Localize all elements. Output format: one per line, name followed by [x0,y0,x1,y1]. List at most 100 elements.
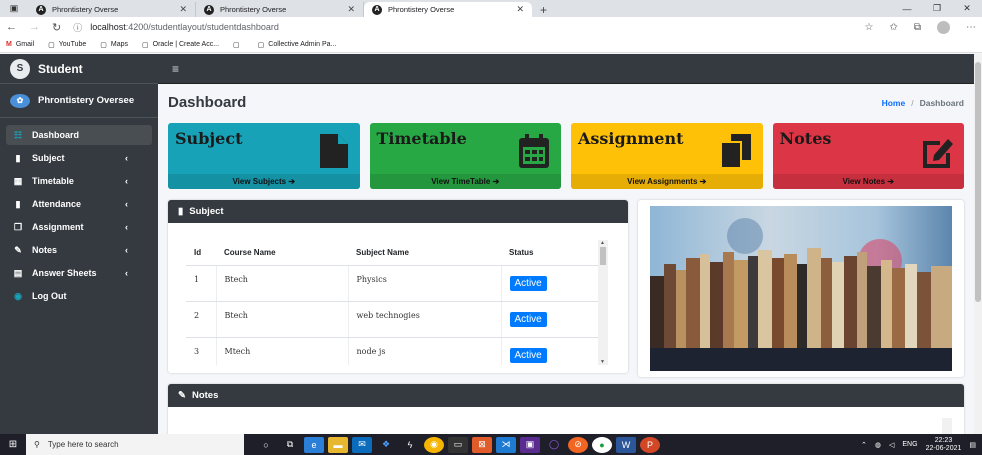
sidebar-item-timetable[interactable]: ▦ Timetable ‹ [6,171,152,191]
sidebar-item-dashboard[interactable]: ☷ Dashboard [6,125,152,145]
tray-expand-icon[interactable]: ⌃ [861,441,867,449]
url-field[interactable]: ⓘ localhost:4200/studentlayout/studentda… [73,21,852,34]
minimize-icon[interactable]: — [892,4,922,14]
notifications-icon[interactable]: ▤ [969,441,976,449]
menu-toggle-icon[interactable]: ≡ [172,62,179,76]
status-badge[interactable]: Active [509,347,547,363]
chrome-icon[interactable]: ◉ [424,436,444,453]
word-icon[interactable]: W [616,436,636,453]
cell-course: Btech [215,301,348,338]
forward-icon[interactable]: → [29,21,40,33]
view-assignments-link[interactable]: View Assignments ➔ [571,174,763,189]
volume-icon[interactable]: ◁ [889,441,894,449]
sidebar-item-answer-sheets[interactable]: ▤ Answer Sheets ‹ [6,263,152,283]
sidebar-item-label: Log Out [32,291,67,301]
bookmark-collective-admin[interactable]: ▢ Collective Admin Pa... [258,41,337,49]
notes-card: Notes View Notes ➔ [772,123,964,189]
tab-actions[interactable]: ▣ [0,0,28,17]
browser-tab-3-active[interactable]: A Phrontistery Overse ✕ [364,2,532,17]
tray-lang[interactable]: ENG [902,441,917,448]
subject-table: Id Course Name Subject Name Status 1 Bte… [186,240,598,365]
app-icon[interactable]: ◯ [544,437,564,453]
clock[interactable]: 22:23 22-06-2021 [926,437,962,453]
status-badge[interactable]: Active [509,275,547,291]
column-header: Subject Name [348,240,501,266]
app-icon[interactable]: ⊠ [472,436,492,453]
tab-actions-icon[interactable]: ▣ [10,3,19,14]
edge-icon[interactable]: e [304,436,324,453]
maximize-icon[interactable]: ❐ [922,3,952,14]
subject-table-wrapper[interactable]: Id Course Name Subject Name Status 1 Bte… [186,240,616,365]
more-icon[interactable]: ⋯ [966,22,976,33]
tab-title: Phrontistery Overse [220,5,287,14]
sidebar-item-notes[interactable]: ✎ Notes ‹ [6,240,152,260]
site-info-icon[interactable]: ⓘ [73,21,82,34]
postman-icon[interactable]: ⊘ [568,436,588,453]
brand-link[interactable]: S Student [0,54,158,84]
collections-icon[interactable]: ⧉ [914,22,921,33]
scroll-down-icon[interactable]: ▼ [600,359,605,365]
table-scrollbar[interactable]: ▲ ▼ [598,240,608,365]
breadcrumb-separator: / [911,97,914,108]
bolt-icon[interactable]: ϟ [400,437,420,453]
browser-tools: ☆ ✩ ⧉ ⋯ [865,20,976,34]
chevron-left-icon: ‹ [125,153,128,163]
bookmark-label: Maps [110,41,129,48]
windows-taskbar: ⊞ ⚲ Type here to search ○ ⧉ e ▬ ✉ ❖ ϟ ◉ … [0,434,982,455]
scroll-up-icon[interactable]: ▲ [600,240,605,246]
sidebar-item-assignment[interactable]: ❐ Assignment ‹ [6,217,152,237]
view-notes-link[interactable]: View Notes ➔ [772,174,964,189]
scroll-thumb[interactable] [600,247,606,265]
breadcrumb-home[interactable]: Home [882,98,906,108]
task-view-icon[interactable]: ⧉ [280,437,300,453]
cortana-icon[interactable]: ○ [256,437,276,453]
powerpoint-icon[interactable]: P [640,436,660,453]
sidebar-item-logout[interactable]: ◉ Log Out [6,286,152,306]
card-title: Assignment [578,129,684,148]
sidebar-item-subject[interactable]: ▮ Subject ‹ [6,148,152,168]
column-header: Id [186,240,216,266]
bookmark-gmail[interactable]: M Gmail [6,41,34,48]
angular-favicon-icon: A [372,4,382,15]
close-tab-icon[interactable]: ✕ [347,4,355,15]
taskbar-apps: ○ ⧉ e ▬ ✉ ❖ ϟ ◉ ▭ ⊠ ⋊ ▣ ◯ ⊘ ● W P [256,436,660,453]
terminal-icon[interactable]: ▭ [448,436,468,453]
reload-icon[interactable]: ↻ [52,21,61,34]
org-panel[interactable]: ✿ Phrontistery Oversee [0,84,158,118]
sidebar-item-attendance[interactable]: ▮ Attendance ‹ [6,194,152,214]
favorites-list-icon[interactable]: ✩ [889,22,897,33]
view-timetable-link[interactable]: View TimeTable ➔ [369,174,561,189]
bookmarks-bar: M Gmail ▢ YouTube ▢ Maps ▢ Oracle | Create A… [0,37,982,53]
logout-icon: ◉ [14,290,22,301]
app-icon[interactable]: ▣ [520,436,540,453]
windows-start-icon[interactable]: ⊞ [0,439,26,450]
bookmark-maps[interactable]: ▢ Maps [100,41,128,49]
status-badge[interactable]: Active [509,311,547,327]
angular-favicon-icon: A [204,4,214,15]
browser-tab-1[interactable]: A Phrontistery Overse ✕ [28,2,196,17]
close-window-icon[interactable]: ✕ [952,3,982,14]
dropbox-icon[interactable]: ❖ [376,437,396,453]
taskbar-search[interactable]: ⚲ Type here to search [26,434,244,455]
clock-time: 22:23 [934,436,953,444]
profile-avatar[interactable] [937,20,950,34]
file-explorer-icon[interactable]: ▬ [328,436,348,453]
favorite-icon[interactable]: ☆ [865,22,874,33]
copy-icon [719,134,751,169]
browser-tab-2[interactable]: A Phrontistery Overse ✕ [196,2,364,17]
mail-icon[interactable]: ✉ [352,436,372,453]
new-tab-button[interactable]: + [532,3,555,17]
app-icon[interactable]: ● [592,436,612,453]
page-scroll-thumb[interactable] [975,62,981,302]
bookmark-oracle[interactable]: ▢ Oracle | Create Acc... [142,41,219,49]
url-host: localhost [90,22,126,32]
network-icon[interactable]: ◍ [875,441,881,449]
back-icon[interactable]: ← [6,21,17,33]
page-scrollbar[interactable] [974,54,982,434]
close-tab-icon[interactable]: ✕ [179,4,187,15]
close-tab-icon[interactable]: ✕ [516,4,524,15]
bookmark-youtube[interactable]: ▢ YouTube [48,41,86,49]
bookmark-unnamed[interactable]: ▢ [233,41,244,49]
view-subjects-link[interactable]: View Subjects ➔ [168,174,360,189]
vscode-icon[interactable]: ⋊ [496,436,516,453]
